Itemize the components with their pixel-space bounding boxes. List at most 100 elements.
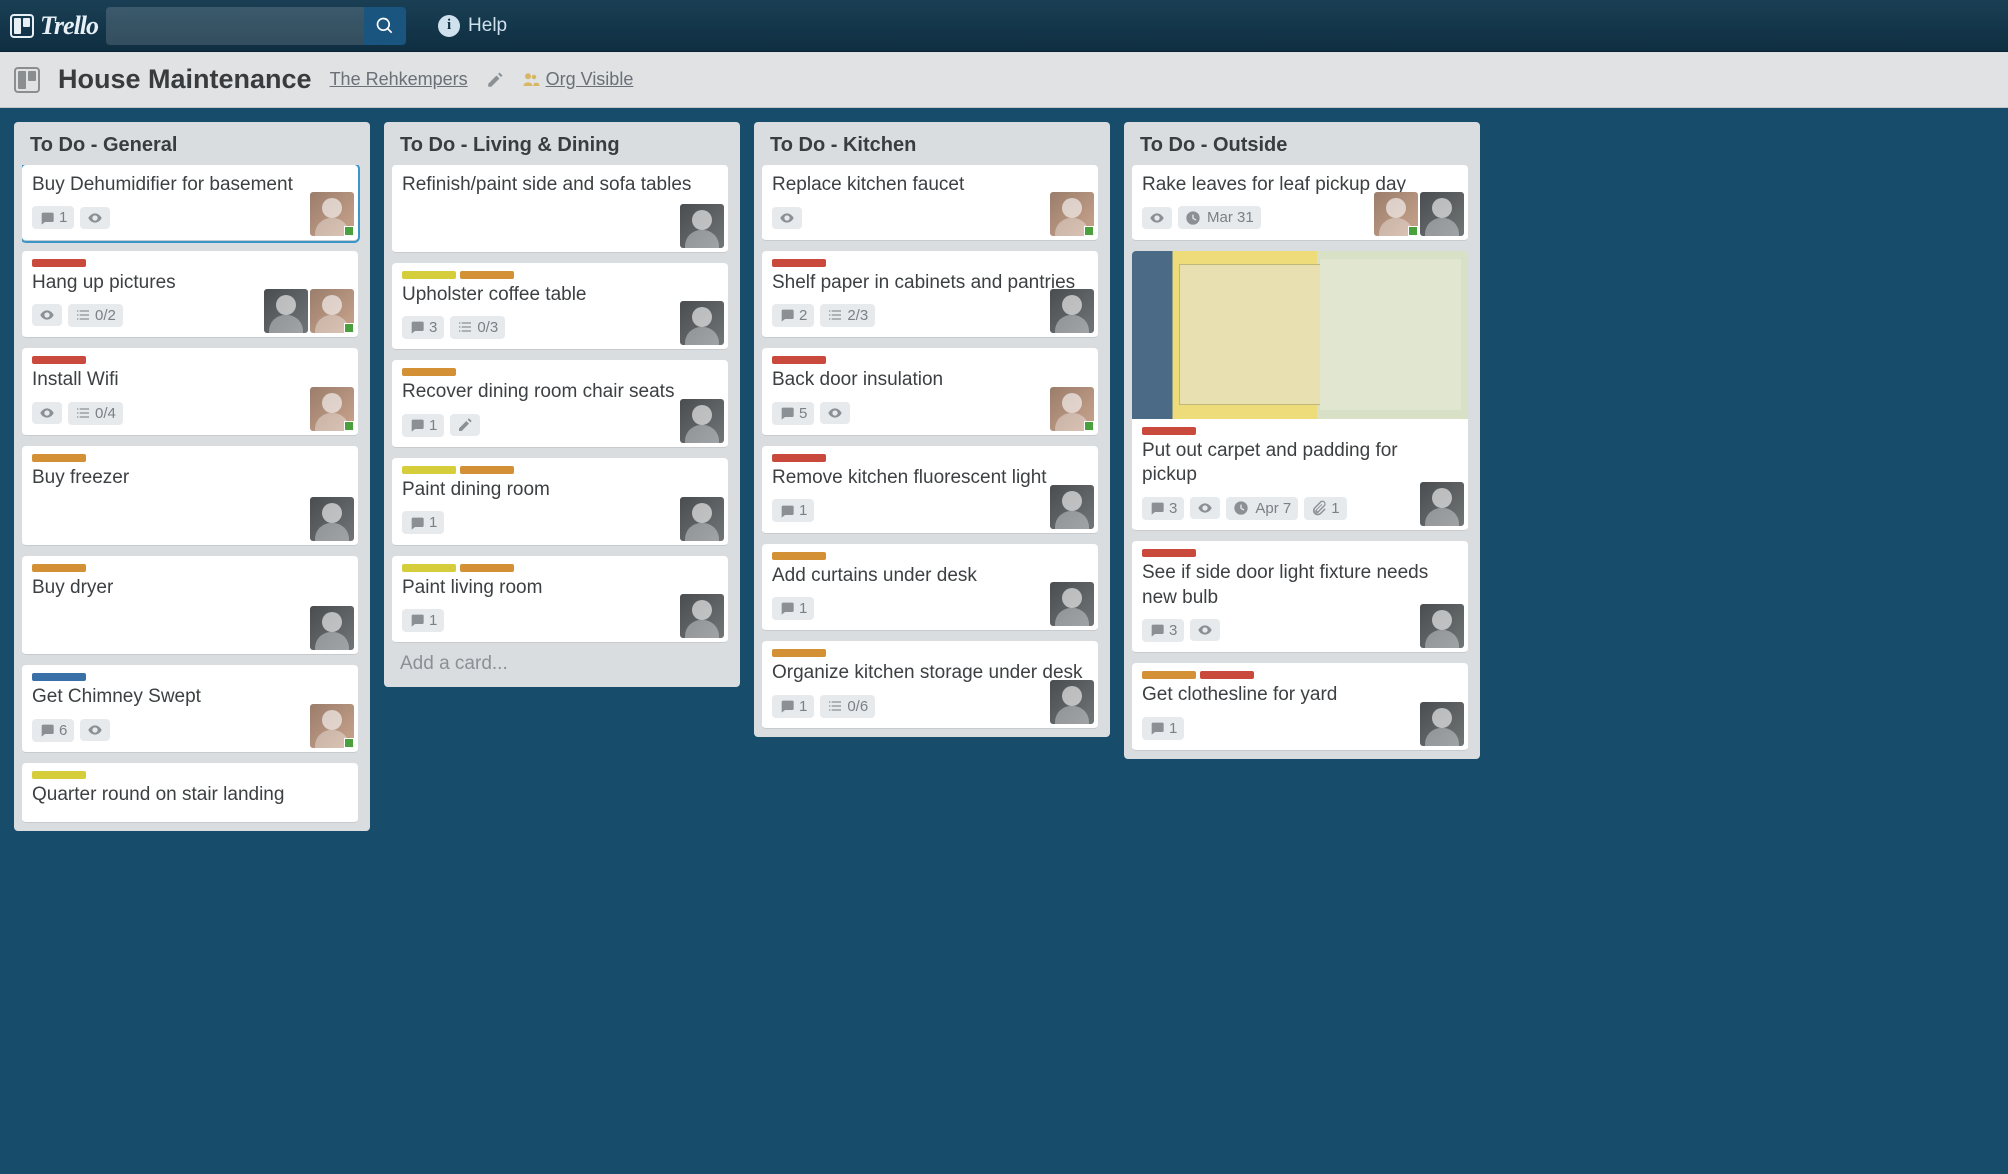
help-link[interactable]: i Help bbox=[438, 15, 507, 37]
board-icon[interactable] bbox=[14, 67, 40, 93]
avatar[interactable] bbox=[310, 704, 354, 748]
label-orange[interactable] bbox=[460, 466, 514, 474]
avatar[interactable] bbox=[1420, 482, 1464, 526]
comment-icon bbox=[409, 417, 425, 433]
card[interactable]: Buy Dehumidifier for basement1 bbox=[22, 165, 358, 241]
label-red[interactable] bbox=[772, 259, 826, 267]
card[interactable]: Buy dryer bbox=[22, 556, 358, 656]
card[interactable]: Rake leaves for leaf pickup dayMar 31 bbox=[1132, 165, 1468, 241]
avatar[interactable] bbox=[310, 606, 354, 650]
card-title: Organize kitchen storage under desk bbox=[772, 661, 1088, 686]
label-red[interactable] bbox=[772, 454, 826, 462]
avatar[interactable] bbox=[1050, 680, 1094, 724]
label-orange[interactable] bbox=[460, 271, 514, 279]
label-orange[interactable] bbox=[772, 649, 826, 657]
label-orange[interactable] bbox=[402, 368, 456, 376]
org-link[interactable]: The Rehkempers bbox=[330, 69, 468, 90]
avatar[interactable] bbox=[310, 387, 354, 431]
label-red[interactable] bbox=[1142, 427, 1196, 435]
avatar[interactable] bbox=[680, 497, 724, 541]
avatar[interactable] bbox=[680, 399, 724, 443]
card-title: Get clothesline for yard bbox=[1142, 683, 1458, 708]
label-yellow[interactable] bbox=[402, 466, 456, 474]
card-labels bbox=[1142, 671, 1458, 679]
card[interactable]: Hang up pictures0/2 bbox=[22, 251, 358, 339]
card[interactable]: Put out carpet and padding for pickup3Ap… bbox=[1132, 251, 1468, 531]
badges: 3 bbox=[1142, 616, 1458, 644]
card[interactable]: Back door insulation5 bbox=[762, 348, 1098, 436]
avatar[interactable] bbox=[1420, 604, 1464, 648]
card[interactable]: Recover dining room chair seats1 bbox=[392, 360, 728, 448]
pencil-icon[interactable] bbox=[486, 71, 504, 89]
label-red[interactable] bbox=[772, 356, 826, 364]
app-name: Trello bbox=[40, 11, 98, 41]
avatar[interactable] bbox=[1420, 192, 1464, 236]
avatar[interactable] bbox=[310, 192, 354, 236]
card[interactable]: Upholster coffee table30/3 bbox=[392, 263, 728, 351]
avatar[interactable] bbox=[680, 204, 724, 248]
card[interactable]: Paint living room1 bbox=[392, 556, 728, 644]
label-red[interactable] bbox=[32, 259, 86, 267]
label-orange[interactable] bbox=[1142, 671, 1196, 679]
label-orange[interactable] bbox=[460, 564, 514, 572]
card[interactable]: Add curtains under desk1 bbox=[762, 544, 1098, 632]
avatar[interactable] bbox=[1050, 289, 1094, 333]
card-members bbox=[680, 399, 724, 443]
card[interactable]: Replace kitchen faucet bbox=[762, 165, 1098, 241]
avatar[interactable] bbox=[310, 289, 354, 333]
badge-text: 6 bbox=[59, 722, 67, 739]
label-yellow[interactable] bbox=[32, 771, 86, 779]
avatar[interactable] bbox=[680, 301, 724, 345]
avatar[interactable] bbox=[264, 289, 308, 333]
card[interactable]: Remove kitchen fluorescent light1 bbox=[762, 446, 1098, 534]
card[interactable]: Paint dining room1 bbox=[392, 458, 728, 546]
avatar[interactable] bbox=[1420, 702, 1464, 746]
visibility-link[interactable]: Org Visible bbox=[546, 69, 634, 90]
card[interactable]: Get clothesline for yard 1 bbox=[1132, 663, 1468, 751]
label-yellow[interactable] bbox=[402, 271, 456, 279]
list-cards[interactable]: Buy Dehumidifier for basement1 Hang up pi… bbox=[22, 165, 362, 823]
label-blue[interactable] bbox=[32, 673, 86, 681]
board-title[interactable]: House Maintenance bbox=[58, 64, 312, 95]
label-red[interactable] bbox=[1200, 671, 1254, 679]
card[interactable]: Organize kitchen storage under desk10/6 bbox=[762, 641, 1098, 729]
card[interactable]: Quarter round on stair landing bbox=[22, 763, 358, 823]
avatar[interactable] bbox=[1050, 192, 1094, 236]
card[interactable]: Install Wifi0/4 bbox=[22, 348, 358, 436]
comments-badge: 3 bbox=[1142, 497, 1184, 520]
card[interactable]: Get Chimney Swept6 bbox=[22, 665, 358, 753]
list-cards[interactable]: Rake leaves for leaf pickup dayMar 31 Put… bbox=[1132, 165, 1472, 751]
avatar[interactable] bbox=[1374, 192, 1418, 236]
label-orange[interactable] bbox=[772, 552, 826, 560]
label-yellow[interactable] bbox=[402, 564, 456, 572]
list-title[interactable]: To Do - Kitchen bbox=[762, 130, 1102, 165]
list-cards[interactable]: Replace kitchen faucet Shelf paper in cab… bbox=[762, 165, 1102, 729]
board-canvas[interactable]: To Do - GeneralBuy Dehumidifier for base… bbox=[0, 108, 2008, 1174]
avatar[interactable] bbox=[1050, 582, 1094, 626]
card-labels bbox=[772, 259, 1088, 267]
label-orange[interactable] bbox=[32, 564, 86, 572]
avatar[interactable] bbox=[1050, 485, 1094, 529]
avatar[interactable] bbox=[1050, 387, 1094, 431]
badges: 1 bbox=[1142, 714, 1458, 742]
card[interactable]: Shelf paper in cabinets and pantries22/3 bbox=[762, 251, 1098, 339]
trello-logo[interactable]: Trello bbox=[10, 11, 98, 41]
add-card-button[interactable]: Add a card... bbox=[392, 643, 732, 679]
list-cards[interactable]: Refinish/paint side and sofa tables Uphol… bbox=[392, 165, 732, 643]
list-title[interactable]: To Do - Outside bbox=[1132, 130, 1472, 165]
label-red[interactable] bbox=[32, 356, 86, 364]
card[interactable]: Refinish/paint side and sofa tables bbox=[392, 165, 728, 253]
list-title[interactable]: To Do - Living & Dining bbox=[392, 130, 732, 165]
avatar[interactable] bbox=[310, 497, 354, 541]
card-labels bbox=[1142, 549, 1458, 557]
card[interactable]: See if side door light fixture needs new… bbox=[1132, 541, 1468, 653]
label-orange[interactable] bbox=[32, 454, 86, 462]
label-red[interactable] bbox=[1142, 549, 1196, 557]
search-input[interactable] bbox=[106, 7, 364, 45]
watch-badge bbox=[1142, 207, 1172, 229]
list-title[interactable]: To Do - General bbox=[22, 130, 362, 165]
card[interactable]: Buy freezer bbox=[22, 446, 358, 546]
search-button[interactable] bbox=[364, 7, 406, 45]
checklist-badge: 0/3 bbox=[450, 316, 505, 339]
avatar[interactable] bbox=[680, 594, 724, 638]
